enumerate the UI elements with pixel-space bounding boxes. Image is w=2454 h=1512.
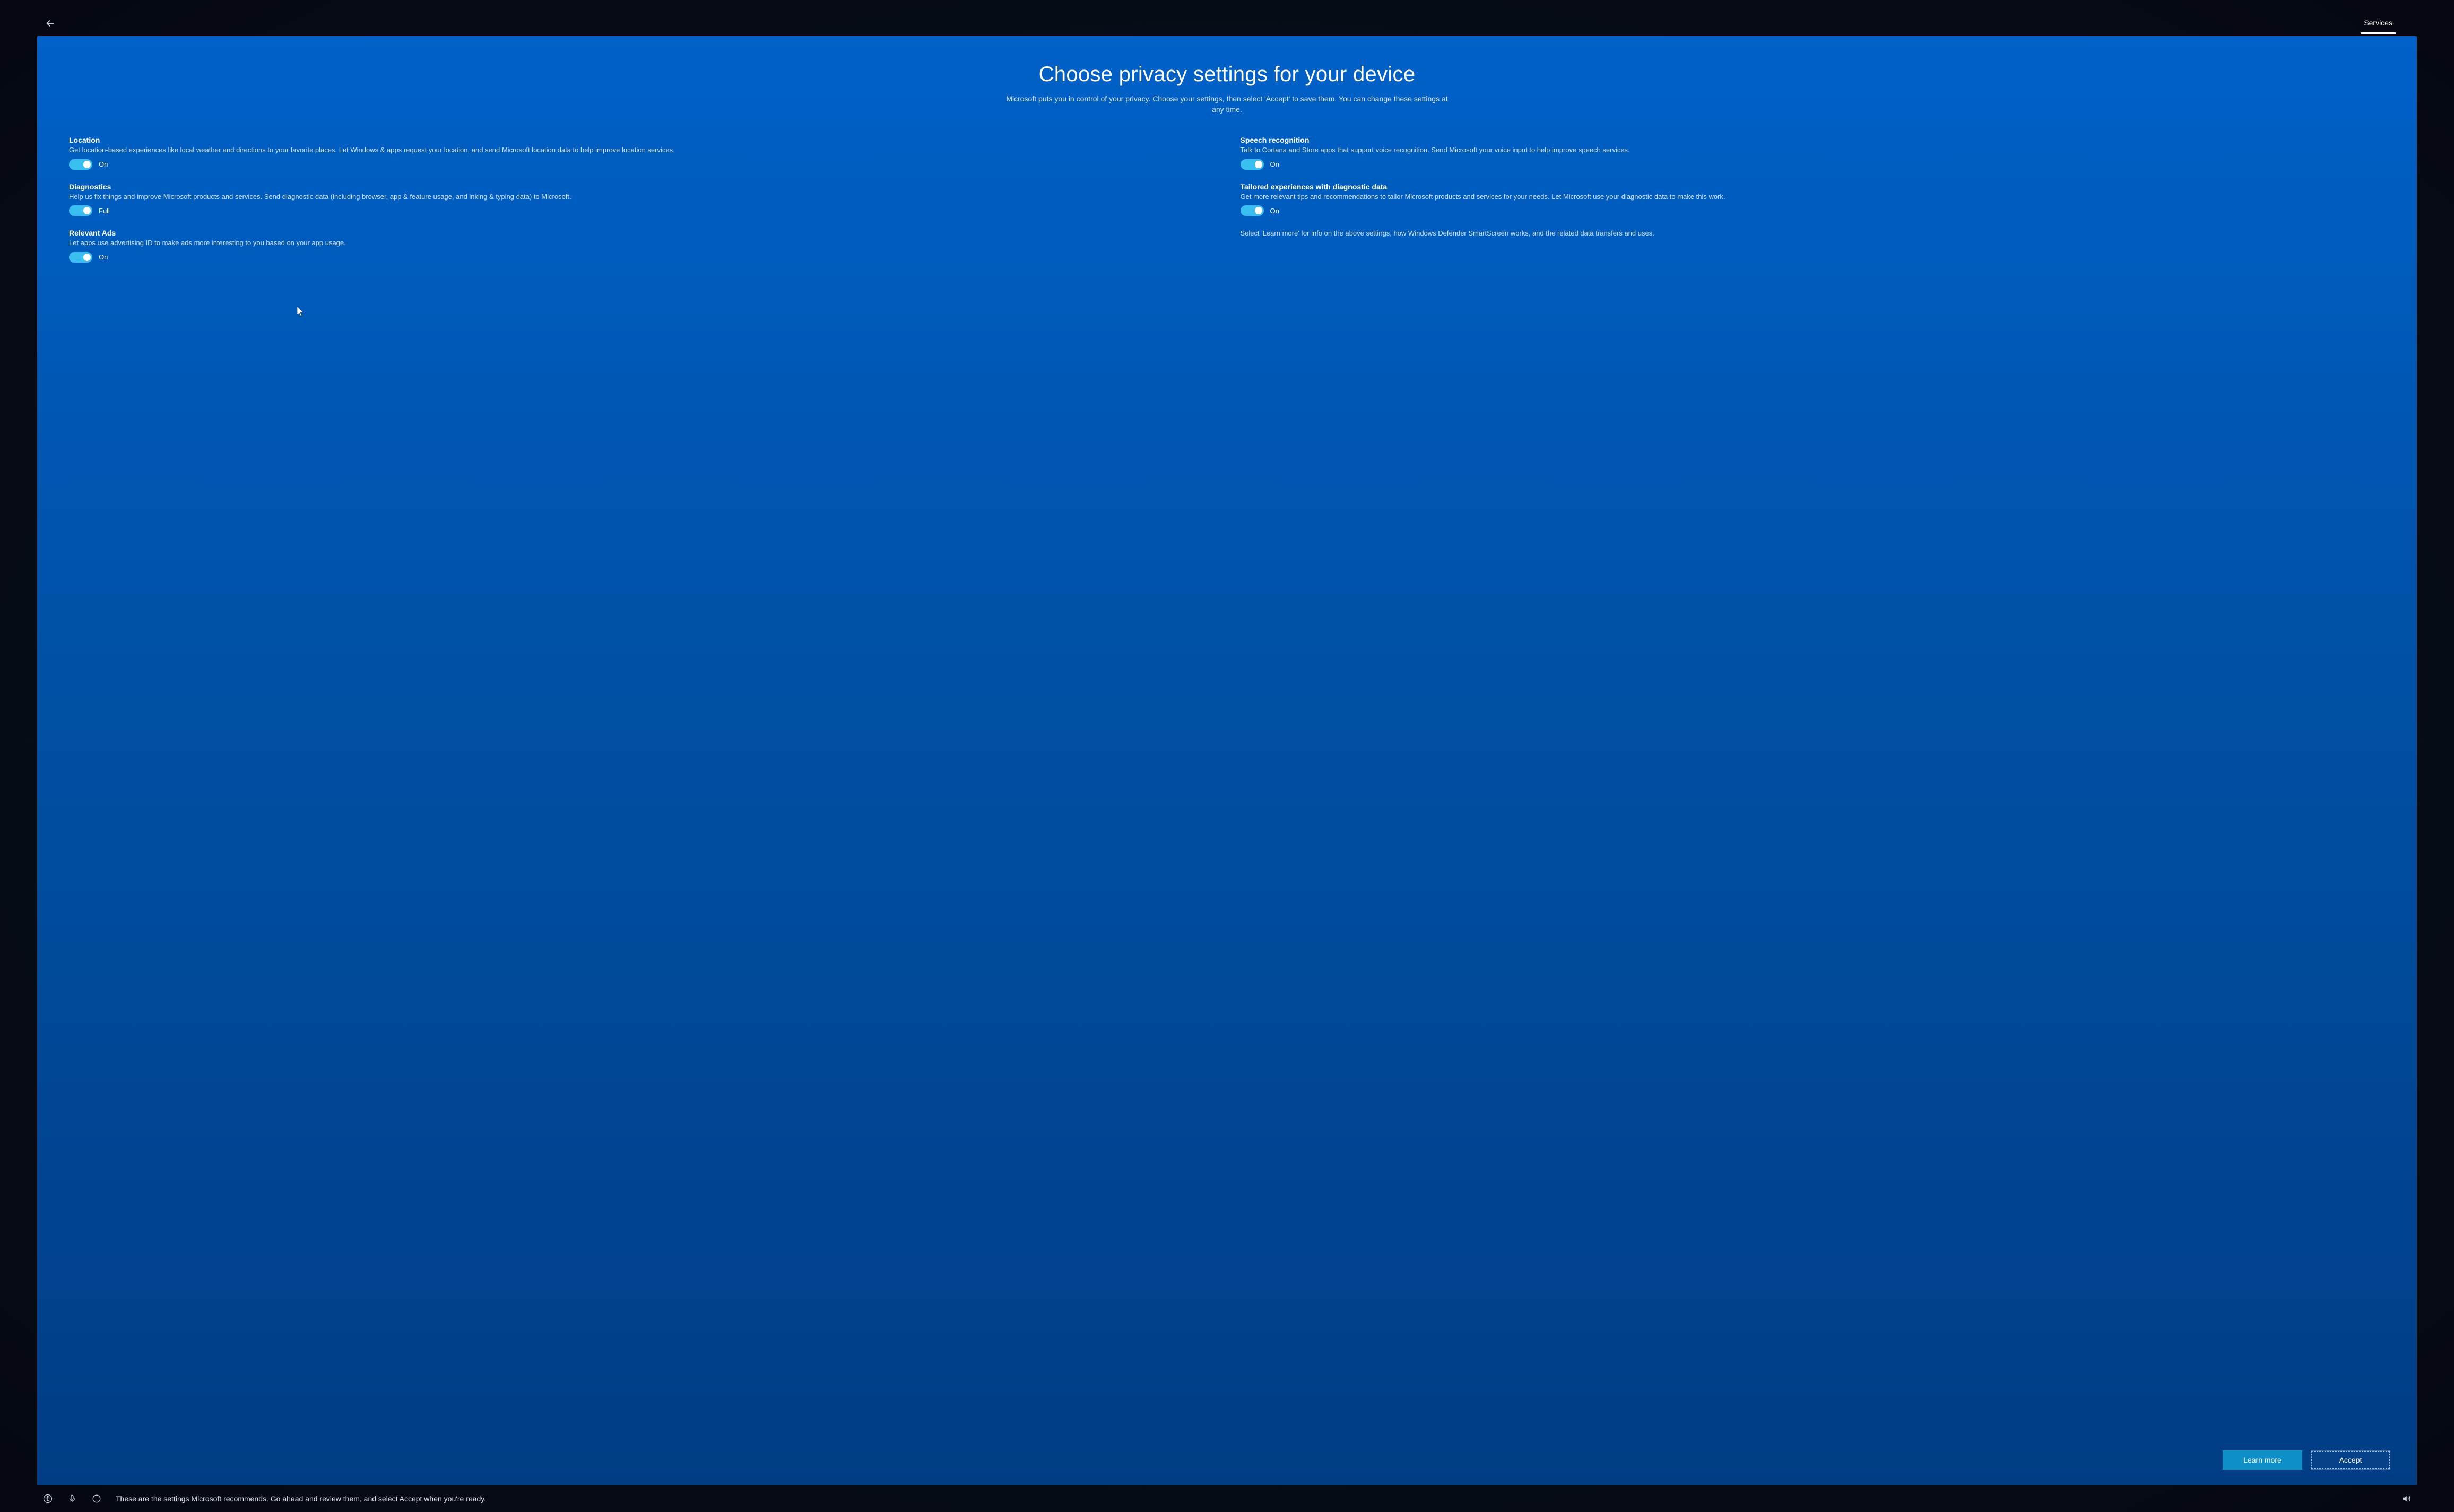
back-arrow-icon	[45, 18, 56, 29]
setting-title: Location	[69, 136, 1214, 144]
toggle-knob	[83, 207, 91, 214]
toggle-state-label: On	[1270, 160, 1279, 168]
speech-toggle[interactable]	[1241, 159, 1264, 170]
setting-title: Relevant Ads	[69, 229, 1214, 237]
setting-title: Diagnostics	[69, 183, 1214, 191]
speaker-icon	[2401, 1494, 2412, 1504]
tab-area: Services	[2361, 13, 2412, 34]
top-bar: Services	[37, 11, 2417, 36]
toggle-row: On	[69, 159, 1214, 170]
setting-diagnostics: Diagnostics Help us fix things and impro…	[69, 183, 1214, 216]
accept-button[interactable]: Accept	[2311, 1450, 2390, 1470]
setting-desc: Talk to Cortana and Store apps that supp…	[1241, 145, 2386, 155]
microphone-icon	[68, 1494, 76, 1504]
toggle-row: On	[69, 252, 1214, 263]
setting-desc: Get location-based experiences like loca…	[69, 145, 1214, 155]
location-toggle[interactable]	[69, 159, 92, 170]
footer-buttons: Learn more Accept	[2223, 1450, 2390, 1470]
setting-location: Location Get location-based experiences …	[69, 136, 1214, 170]
learn-more-button[interactable]: Learn more	[2223, 1450, 2302, 1470]
toggle-knob	[1255, 161, 1262, 168]
toggle-state-label: On	[99, 253, 108, 261]
setting-desc: Help us fix things and improve Microsoft…	[69, 192, 1214, 202]
setting-tailored: Tailored experiences with diagnostic dat…	[1241, 183, 2386, 216]
setting-title: Speech recognition	[1241, 136, 2386, 144]
learn-more-info: Select 'Learn more' for info on the abov…	[1241, 229, 2386, 238]
toggle-row: On	[1241, 205, 2386, 216]
toggle-knob	[83, 254, 91, 261]
toggle-knob	[83, 161, 91, 168]
volume-button[interactable]	[2401, 1493, 2412, 1504]
setting-relevant-ads: Relevant Ads Let apps use advertising ID…	[69, 229, 1214, 263]
page-subtitle: Microsoft puts you in control of your pr…	[1004, 94, 1450, 115]
bottom-hint: These are the settings Microsoft recomme…	[116, 1494, 2387, 1503]
toggle-state-label: On	[99, 160, 108, 168]
setting-desc: Get more relevant tips and recommendatio…	[1241, 192, 2386, 202]
setting-speech: Speech recognition Talk to Cortana and S…	[1241, 136, 2386, 170]
right-column: Speech recognition Talk to Cortana and S…	[1241, 136, 2386, 275]
left-column: Location Get location-based experiences …	[69, 136, 1214, 275]
toggle-state-label: On	[1270, 207, 1279, 215]
page-title: Choose privacy settings for your device	[69, 63, 2385, 86]
cortana-circle-icon	[92, 1494, 101, 1504]
toggle-row: Full	[69, 205, 1214, 216]
mouse-cursor-icon	[297, 307, 305, 317]
toggle-knob	[1255, 207, 1262, 214]
cortana-button[interactable]	[91, 1493, 102, 1504]
back-button[interactable]	[42, 15, 58, 31]
toggle-state-label: Full	[99, 207, 110, 215]
tailored-toggle[interactable]	[1241, 205, 1264, 216]
bottom-bar: These are the settings Microsoft recomme…	[37, 1485, 2417, 1512]
main-panel: Choose privacy settings for your device …	[37, 36, 2417, 1485]
diagnostics-toggle[interactable]	[69, 205, 92, 216]
setting-desc: Let apps use advertising ID to make ads …	[69, 238, 1214, 248]
accessibility-icon	[43, 1494, 53, 1504]
toggle-row: On	[1241, 159, 2386, 170]
settings-columns: Location Get location-based experiences …	[69, 136, 2385, 275]
accessibility-button[interactable]	[42, 1493, 53, 1504]
setting-title: Tailored experiences with diagnostic dat…	[1241, 183, 2386, 191]
oobe-screen: Services Choose privacy settings for you…	[0, 0, 2454, 1512]
microphone-button[interactable]	[67, 1493, 77, 1504]
ads-toggle[interactable]	[69, 252, 92, 263]
tab-services[interactable]: Services	[2361, 13, 2396, 34]
